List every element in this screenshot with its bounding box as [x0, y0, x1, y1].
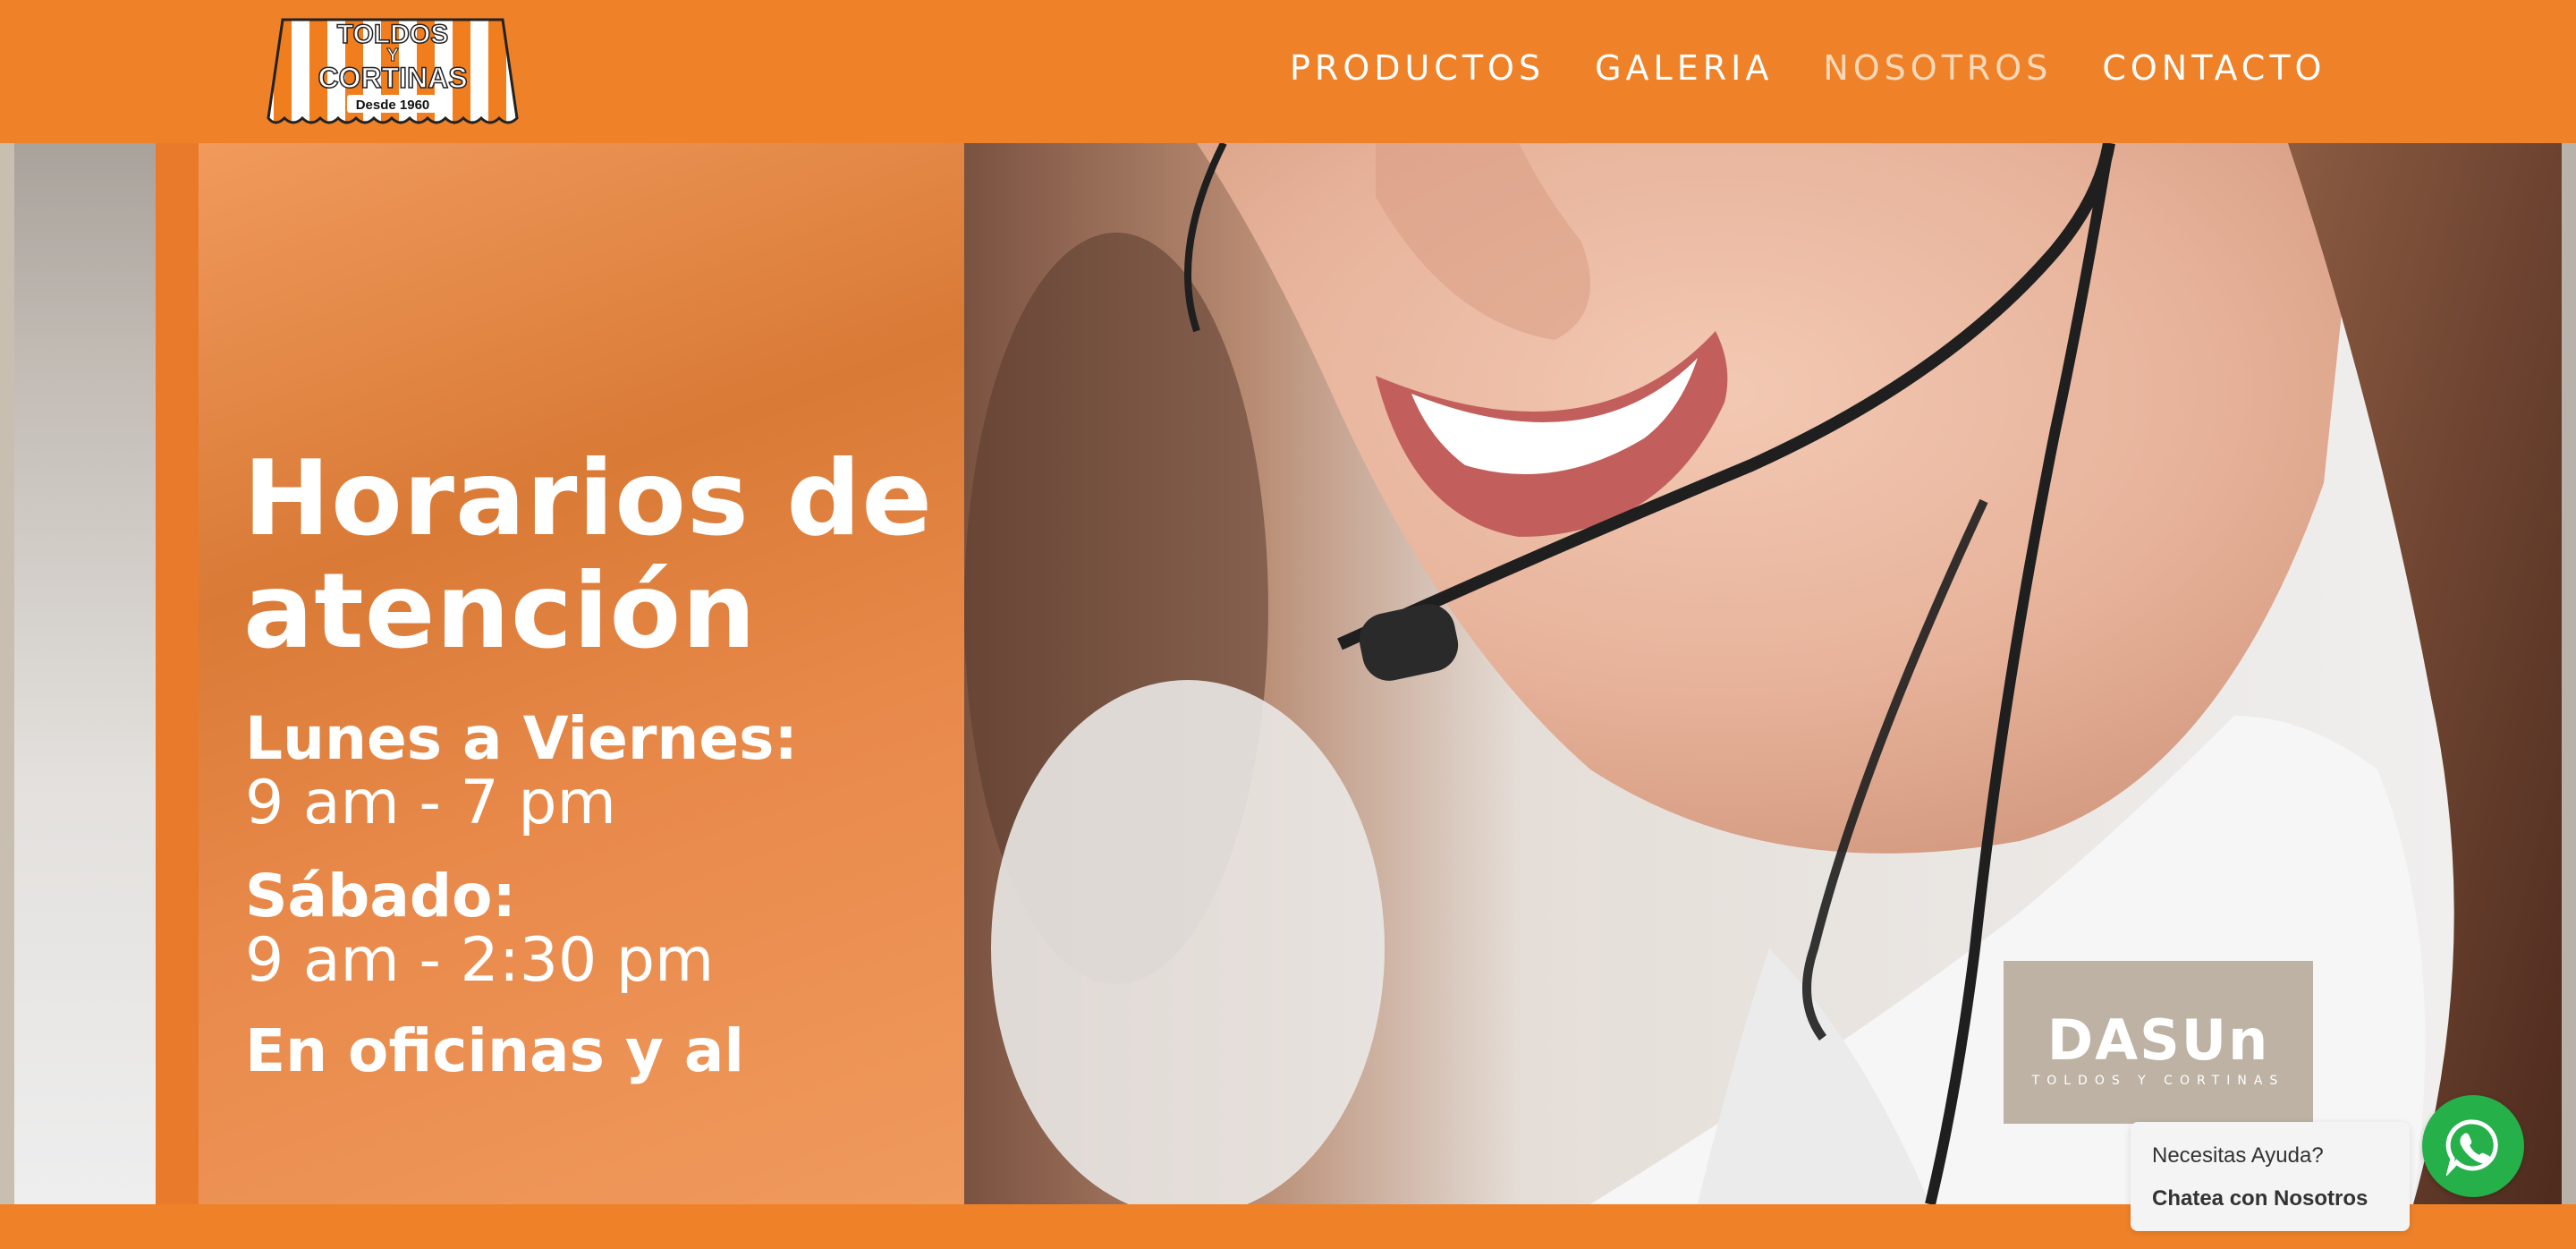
- site-header: TOLDOS Y CORTINAS Desde 1960 PRODUCTOS G…: [0, 0, 2576, 143]
- logo-tagline: Desde 1960: [356, 98, 430, 113]
- hero-title-line2: atención: [243, 551, 757, 672]
- main-nav: PRODUCTOS GALERIA NOSOTROS CONTACTO: [1279, 48, 2326, 88]
- hero-section: Horarios de atención Lunes a Viernes: 9 …: [0, 143, 2576, 1204]
- site-logo[interactable]: TOLDOS Y CORTINAS Desde 1960: [265, 13, 521, 129]
- weekday-time: 9 am - 7 pm: [245, 768, 616, 838]
- chat-prompt-bubble[interactable]: Necesitas Ayuda? Chatea con Nosotros: [2131, 1122, 2410, 1231]
- hero-title-line1: Horarios de: [243, 438, 934, 559]
- left-edge-strip: [0, 143, 14, 1204]
- chat-question: Necesitas Ayuda?: [2152, 1143, 2324, 1168]
- whatsapp-button[interactable]: [2422, 1095, 2524, 1197]
- dasun-name: DASUn: [2046, 1007, 2270, 1073]
- office-note: En oficinas y al: [245, 1016, 745, 1085]
- saturday-label: Sábado:: [245, 862, 516, 930]
- hero-photo-call-center-agent: [964, 143, 2562, 1204]
- weekday-label: Lunes a Viernes:: [245, 704, 798, 773]
- logo-line3: CORTINAS: [318, 62, 467, 94]
- dasun-subtitle: TOLDOS Y CORTINAS: [2031, 1074, 2285, 1088]
- nav-contacto[interactable]: CONTACTO: [2102, 48, 2326, 88]
- saturday-time: 9 am - 2:30 pm: [245, 925, 715, 996]
- left-blurred-photo: [14, 143, 156, 1204]
- orange-accent-bar: [156, 143, 199, 1204]
- nav-nosotros[interactable]: NOSOTROS: [1823, 48, 2052, 88]
- weekday-hours: Lunes a Viernes: 9 am - 7 pm: [245, 707, 798, 836]
- whatsapp-icon: [2445, 1119, 2498, 1176]
- nav-productos[interactable]: PRODUCTOS: [1290, 48, 1545, 88]
- right-edge-strip: [2562, 143, 2576, 1204]
- hero-title: Horarios de atención: [243, 443, 933, 668]
- saturday-hours: Sábado: 9 am - 2:30 pm: [245, 864, 714, 993]
- dasun-brand-badge: DASUn TOLDOS Y CORTINAS: [2004, 961, 2313, 1124]
- chat-cta[interactable]: Chatea con Nosotros: [2152, 1186, 2368, 1211]
- nav-galeria[interactable]: GALERIA: [1595, 48, 1773, 88]
